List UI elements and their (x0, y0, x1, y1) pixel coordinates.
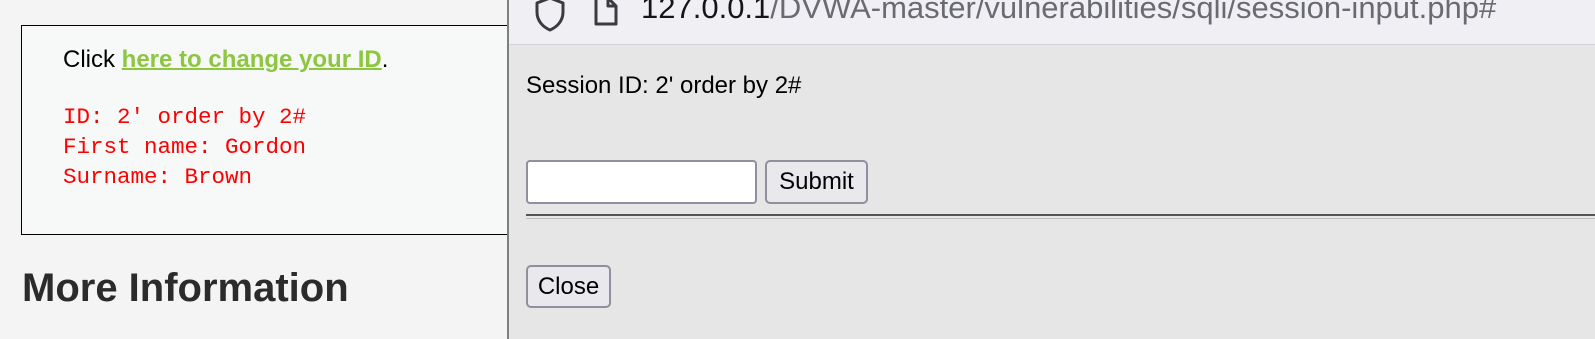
session-id-text: Session ID: 2' order by 2# (526, 72, 802, 99)
background-page: Click here to change your ID. ID: 2' ord… (0, 0, 541, 339)
change-id-link[interactable]: here to change your ID (122, 46, 382, 73)
session-id-input[interactable] (526, 160, 757, 204)
divider (526, 214, 1595, 219)
result-first-name-line: First name: Gordon (63, 134, 307, 160)
session-input-popup: 127.0.0.1/DVWA-master/vulnerabilities/sq… (507, 0, 1595, 339)
result-id-line: ID: 2' order by 2# (63, 104, 307, 130)
url-text[interactable]: 127.0.0.1/DVWA-master/vulnerabilities/sq… (641, 0, 1496, 26)
close-button[interactable]: Close (526, 265, 611, 308)
url-host: 127.0.0.1 (641, 0, 771, 25)
shield-icon[interactable] (533, 0, 567, 32)
result-surname-line: Surname: Brown (63, 164, 253, 190)
click-suffix: . (381, 46, 389, 73)
click-prefix: Click (63, 46, 122, 73)
more-information-heading: More Information (22, 266, 349, 310)
page-icon (594, 0, 618, 26)
submit-button[interactable]: Submit (765, 160, 868, 204)
url-bar[interactable]: 127.0.0.1/DVWA-master/vulnerabilities/sq… (509, 0, 1595, 45)
query-result: ID: 2' order by 2# First name: Gordon Su… (63, 102, 306, 192)
change-id-line: Click here to change your ID. (63, 46, 388, 74)
url-path: /DVWA-master/vulnerabilities/sqli/sessio… (770, 0, 1497, 25)
vulnerable-code-area: Click here to change your ID. ID: 2' ord… (21, 25, 541, 235)
